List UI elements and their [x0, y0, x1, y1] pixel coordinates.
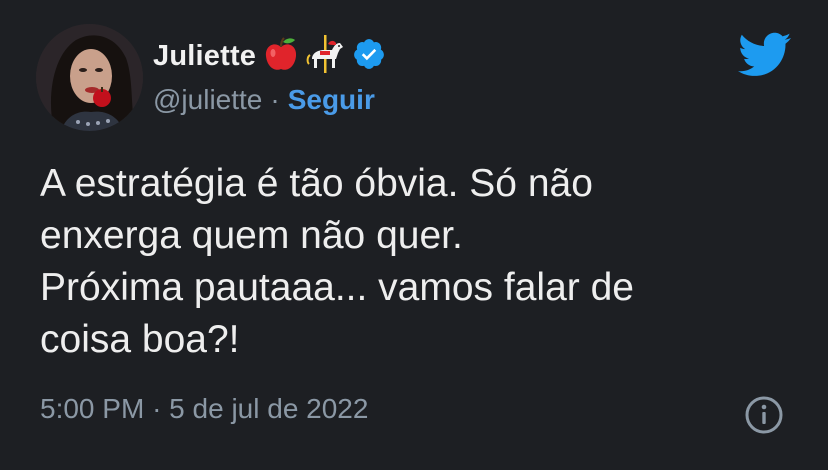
follow-button[interactable]: Seguir [288, 84, 375, 116]
tweet-card: Juliette @juliette · Seguir A estratégia… [0, 0, 828, 470]
tweet-time: 5:00 PM [40, 393, 145, 424]
separator-dot: · [270, 84, 280, 115]
author-name[interactable]: Juliette [153, 40, 256, 73]
info-icon[interactable] [744, 395, 784, 440]
twitter-bird-icon[interactable] [738, 32, 792, 83]
tweet-text: A estratégia é tão óbvia. Só não enxerga… [40, 158, 800, 366]
apple-emoji-icon [264, 36, 298, 77]
tweet-timestamp[interactable]: 5:00 PM · 5 de jul de 2022 [40, 393, 368, 425]
separator-dot: · [152, 393, 162, 424]
tweet-text-line: coisa boa?! [40, 318, 240, 361]
name-row: Juliette [153, 34, 386, 78]
handle-row: @juliette · Seguir [153, 84, 386, 116]
carousel-horse-emoji-icon [306, 34, 346, 78]
tweet-text-line: enxerga quem não quer. [40, 214, 463, 257]
author-block: Juliette @juliette · Seguir [153, 34, 386, 116]
author-handle[interactable]: @juliette [153, 84, 262, 116]
tweet-text-line: Próxima pautaaa... vamos falar de [40, 266, 634, 309]
avatar[interactable] [36, 24, 143, 131]
tweet-text-line: A estratégia é tão óbvia. Só não [40, 162, 593, 205]
verified-badge-icon [352, 37, 386, 76]
tweet-date: 5 de jul de 2022 [169, 393, 369, 424]
